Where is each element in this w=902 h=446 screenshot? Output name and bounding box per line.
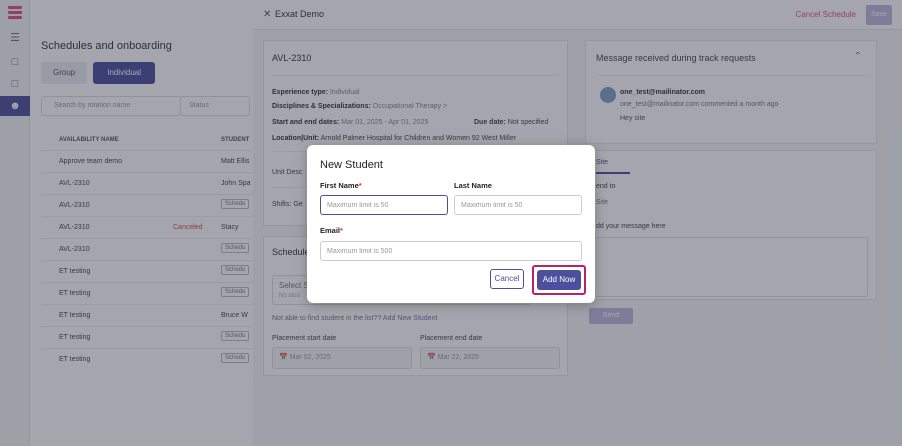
add-now-button[interactable]: Add Now: [537, 270, 581, 290]
add-now-highlight: Add Now: [532, 265, 586, 295]
email-field[interactable]: [320, 241, 582, 261]
last-name-label: Last Name: [454, 181, 492, 190]
email-label: Email*: [320, 226, 343, 235]
last-name-field[interactable]: [454, 195, 582, 215]
new-student-dialog: New Student First Name* Last Name Email*…: [307, 145, 595, 303]
first-name-label: First Name*: [320, 181, 362, 190]
first-name-field[interactable]: [320, 195, 448, 215]
dialog-title: New Student: [320, 159, 383, 171]
cancel-button[interactable]: Cancel: [490, 269, 524, 289]
